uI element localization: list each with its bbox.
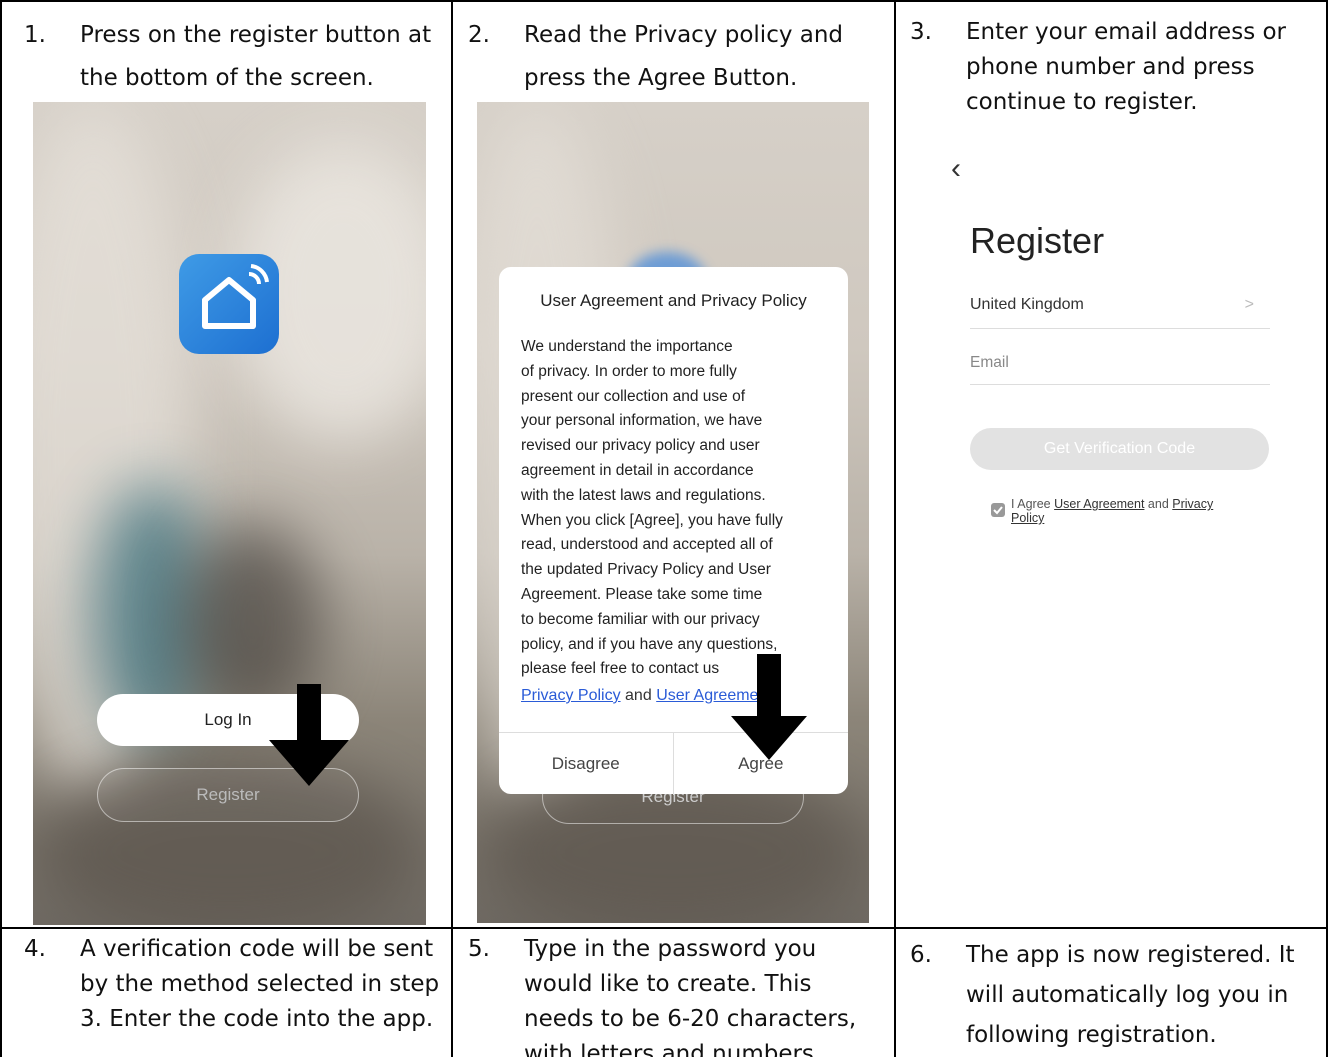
- register-label: Register: [196, 785, 260, 804]
- step-text-line: the bottom of the screen.: [80, 65, 374, 91]
- email-field[interactable]: Email: [970, 354, 1270, 382]
- step-text-line: will automatically log you in: [966, 982, 1289, 1008]
- email-underline: [970, 384, 1270, 385]
- body-line: Agreement. Please take some time: [521, 585, 763, 603]
- table-row-divider: [0, 927, 1328, 929]
- body-line: present our collection and use of: [521, 387, 746, 405]
- table-border-left: [0, 0, 2, 1057]
- policy-link[interactable]: Policy: [1011, 511, 1044, 525]
- dialog-title: User Agreement and Privacy Policy: [540, 291, 807, 310]
- body-line: agreement in detail in accordance: [521, 461, 754, 479]
- step-text-line: Press on the register button at: [80, 22, 432, 48]
- agree-checkbox[interactable]: [991, 503, 1005, 517]
- login-label: Log In: [204, 710, 252, 729]
- step-2: 2. Read the Privacy policy and press the…: [468, 18, 888, 98]
- agree-text: I Agree: [1011, 497, 1051, 511]
- table-divider-2: [894, 0, 896, 1057]
- step-text-line: The app is now registered. It: [966, 942, 1295, 968]
- step-text-line: following registration.: [966, 1022, 1217, 1048]
- dialog-body: We understand the importance of privacy.…: [521, 335, 831, 682]
- disagree-label: Disagree: [551, 754, 620, 773]
- app-screenshot-welcome: Log In Register: [33, 102, 426, 925]
- body-line: revised our privacy policy and user: [521, 437, 760, 455]
- user-agreement-link[interactable]: User Agreement: [1054, 497, 1144, 511]
- step-text-line: would like to create. This: [524, 971, 812, 997]
- step-text-line: continue to register.: [966, 89, 1198, 115]
- body-line: When you click [Agree], you have fully: [521, 511, 783, 529]
- step-5: 5. Type in the password you would like t…: [468, 932, 888, 1057]
- body-line: to become familiar with our privacy: [521, 610, 760, 628]
- step-number: 4.: [24, 936, 46, 962]
- get-code-label: Get Verification Code: [1043, 440, 1196, 457]
- table-border-top: [0, 0, 1328, 2]
- step-text-line: Read the Privacy policy and: [524, 22, 844, 48]
- body-line: We understand the importance: [521, 338, 733, 355]
- body-line: the updated Privacy Policy and User: [521, 561, 771, 579]
- step-1: 1. Press on the register button at the b…: [24, 18, 444, 98]
- country-underline: [970, 328, 1270, 329]
- privacy-policy-link[interactable]: Privacy Policy: [521, 687, 621, 704]
- body-line: with the latest laws and regulations.: [521, 486, 766, 504]
- app-screenshot-privacy: Register User Agreement and Privacy Poli…: [477, 102, 869, 923]
- step-number: 1.: [24, 22, 46, 48]
- step-4: 4. A verification code will be sent by t…: [24, 932, 444, 1057]
- step-text-line: needs to be 6-20 characters,: [524, 1006, 857, 1032]
- checkmark-icon: [993, 506, 1003, 515]
- agreement-text: I Agree User Agreement and Privacy Polic…: [1011, 497, 1251, 525]
- down-arrow-icon: [269, 684, 349, 786]
- step-text-line: A verification code will be sent: [80, 936, 434, 962]
- step-number: 6.: [910, 942, 932, 968]
- step-text-line: by the method selected in step: [80, 971, 440, 997]
- step-text-line: press the Agree Button.: [524, 65, 798, 91]
- step-text-line: with letters and numbers: [524, 1041, 814, 1057]
- chevron-right-icon: >: [1244, 296, 1254, 313]
- get-verification-code-button[interactable]: Get Verification Code: [970, 428, 1269, 470]
- privacy-link[interactable]: Privacy: [1172, 497, 1213, 511]
- body-line: read, understood and accepted all of: [521, 536, 773, 554]
- step-number: 2.: [468, 22, 490, 48]
- and-text: and: [1147, 497, 1169, 511]
- down-arrow-icon: [731, 654, 807, 760]
- step-6: 6. The app is now registered. It will au…: [910, 936, 1320, 1057]
- country-value: United Kingdom: [970, 296, 1084, 313]
- step-3: 3. Enter your email address or phone num…: [910, 15, 1320, 125]
- step-number: 3.: [910, 19, 932, 45]
- email-placeholder: Email: [970, 354, 1009, 371]
- step-text-line: 3. Enter the code into the app.: [80, 1006, 434, 1032]
- step-text-line: Enter your email address or: [966, 19, 1287, 45]
- body-line: of privacy. In order to more fully: [521, 362, 737, 380]
- back-icon[interactable]: ‹: [951, 152, 961, 186]
- step-number: 5.: [468, 936, 490, 962]
- and-text: and: [625, 687, 652, 704]
- body-line: your personal information, we have: [521, 412, 763, 430]
- step-text-line: Type in the password you: [524, 936, 817, 962]
- table-divider-1: [451, 0, 453, 1057]
- disagree-button[interactable]: Disagree: [499, 733, 674, 795]
- smart-home-app-icon: [179, 254, 279, 354]
- step-text-line: phone number and press: [966, 54, 1255, 80]
- register-title: Register: [970, 220, 1105, 261]
- country-selector[interactable]: United Kingdom >: [970, 296, 1270, 324]
